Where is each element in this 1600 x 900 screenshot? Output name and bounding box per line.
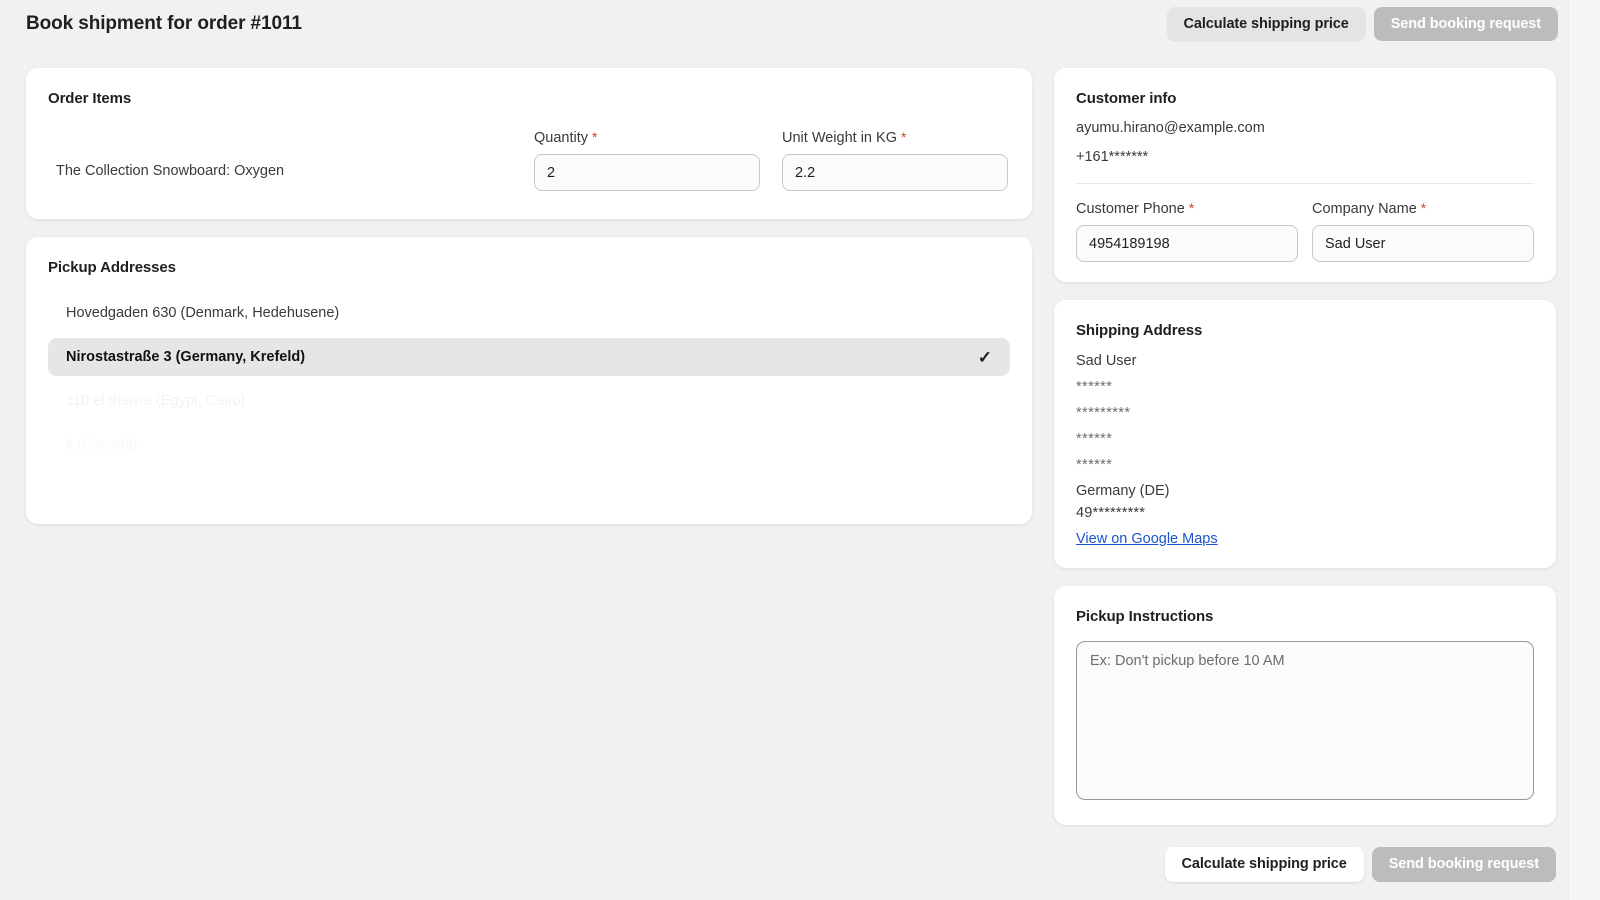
quantity-input[interactable] — [534, 154, 760, 191]
customer-phone-required-mark: * — [1188, 200, 1195, 216]
customer-phone-label-text: Customer Phone — [1076, 201, 1185, 217]
list-bottom-spacer — [48, 470, 1010, 504]
pickup-address-label: Nirostastraße 3 (Germany, Krefeld) — [66, 349, 306, 365]
page-title: Book shipment for order #1011 — [26, 13, 302, 34]
header-actions: Calculate shipping price Send booking re… — [1166, 6, 1558, 42]
customer-info-card: Customer info ayumu.hirano@example.com +… — [1054, 68, 1556, 282]
pickup-address-option-selected[interactable]: Nirostastraße 3 (Germany, Krefeld) ✓ — [48, 338, 1010, 376]
company-name-label: Company Name * — [1312, 200, 1534, 217]
customer-phone-field-group: Customer Phone * — [1076, 200, 1298, 262]
shipping-phone: 49********* — [1076, 505, 1146, 521]
shipping-address-line-2: ********* — [1076, 405, 1131, 421]
quantity-required-mark: * — [592, 129, 598, 145]
customer-info-title: Customer info — [1076, 90, 1177, 107]
unit-weight-label: Unit Weight in KG * — [782, 129, 1008, 146]
shipping-country: Germany (DE) — [1076, 483, 1170, 499]
shipping-address-title: Shipping Address — [1076, 322, 1203, 339]
view-on-google-maps-link[interactable]: View on Google Maps — [1076, 531, 1218, 547]
pickup-address-option[interactable]: k (Canada) — [48, 426, 1010, 464]
company-name-field-group: Company Name * — [1312, 200, 1534, 262]
send-booking-request-button-footer[interactable]: Send booking request — [1371, 847, 1556, 882]
unit-weight-input[interactable] — [782, 154, 1008, 191]
order-items-title: Order Items — [48, 90, 132, 107]
pickup-instructions-title: Pickup Instructions — [1076, 608, 1214, 625]
customer-fields-row: Customer Phone * Company Name * — [1076, 200, 1534, 262]
page-header: Book shipment for order #1011 Calculate … — [0, 0, 1568, 48]
right-gutter — [1568, 0, 1600, 900]
pickup-addresses-card: Pickup Addresses Hovedgaden 630 (Denmark… — [26, 237, 1032, 524]
quantity-field-group: Quantity * — [534, 129, 760, 191]
send-booking-request-button-header[interactable]: Send booking request — [1373, 6, 1558, 42]
divider — [1076, 183, 1534, 184]
shipping-address-line-3: ****** — [1076, 431, 1113, 447]
shipping-recipient-name: Sad User — [1076, 353, 1137, 369]
order-items-card: Order Items The Collection Snowboard: Ox… — [26, 68, 1032, 219]
company-name-label-text: Company Name — [1312, 201, 1417, 217]
pickup-instructions-card: Pickup Instructions — [1054, 586, 1556, 825]
pickup-address-list: Hovedgaden 630 (Denmark, Hedehusene) Nir… — [48, 294, 1010, 504]
customer-phone-input[interactable] — [1076, 225, 1298, 262]
quantity-label-text: Quantity — [534, 130, 588, 146]
footer-actions: Calculate shipping price Send booking re… — [1054, 847, 1556, 882]
shipping-address-line-4: ****** — [1076, 457, 1113, 473]
calculate-shipping-price-button-footer[interactable]: Calculate shipping price — [1164, 847, 1364, 882]
right-column: Customer info ayumu.hirano@example.com +… — [1054, 68, 1556, 882]
customer-phone-masked: +161******* — [1076, 149, 1149, 165]
unit-weight-label-text: Unit Weight in KG — [782, 130, 897, 146]
book-shipment-page: Book shipment for order #1011 Calculate … — [0, 0, 1600, 900]
calculate-shipping-price-button-header[interactable]: Calculate shipping price — [1166, 6, 1366, 42]
check-icon: ✓ — [977, 347, 992, 367]
page-content: Order Items The Collection Snowboard: Ox… — [0, 48, 1568, 900]
shipping-address-card: Shipping Address Sad User ****** *******… — [1054, 300, 1556, 568]
customer-phone-label: Customer Phone * — [1076, 200, 1298, 217]
company-name-required-mark: * — [1420, 200, 1427, 216]
pickup-address-label: k (Canada) — [66, 437, 138, 453]
pickup-address-label: 110 el thawra (Egypt, Cairo) — [66, 393, 246, 409]
left-column: Order Items The Collection Snowboard: Ox… — [26, 68, 1032, 524]
order-item-name: The Collection Snowboard: Oxygen — [56, 163, 285, 179]
order-item-row: The Collection Snowboard: Oxygen Quantit… — [48, 129, 1010, 199]
unit-weight-field-group: Unit Weight in KG * — [782, 129, 1008, 191]
unit-weight-required-mark: * — [901, 129, 907, 145]
pickup-address-label: Hovedgaden 630 (Denmark, Hedehusene) — [66, 305, 340, 321]
pickup-address-option[interactable]: Hovedgaden 630 (Denmark, Hedehusene) — [48, 294, 1010, 332]
quantity-label: Quantity * — [534, 129, 760, 146]
pickup-addresses-title: Pickup Addresses — [48, 259, 176, 276]
company-name-input[interactable] — [1312, 225, 1534, 262]
pickup-instructions-textarea[interactable] — [1076, 641, 1534, 800]
pickup-address-option[interactable]: 110 el thawra (Egypt, Cairo) — [48, 382, 1010, 420]
shipping-address-line-1: ****** — [1076, 379, 1113, 395]
customer-email: ayumu.hirano@example.com — [1076, 120, 1265, 136]
